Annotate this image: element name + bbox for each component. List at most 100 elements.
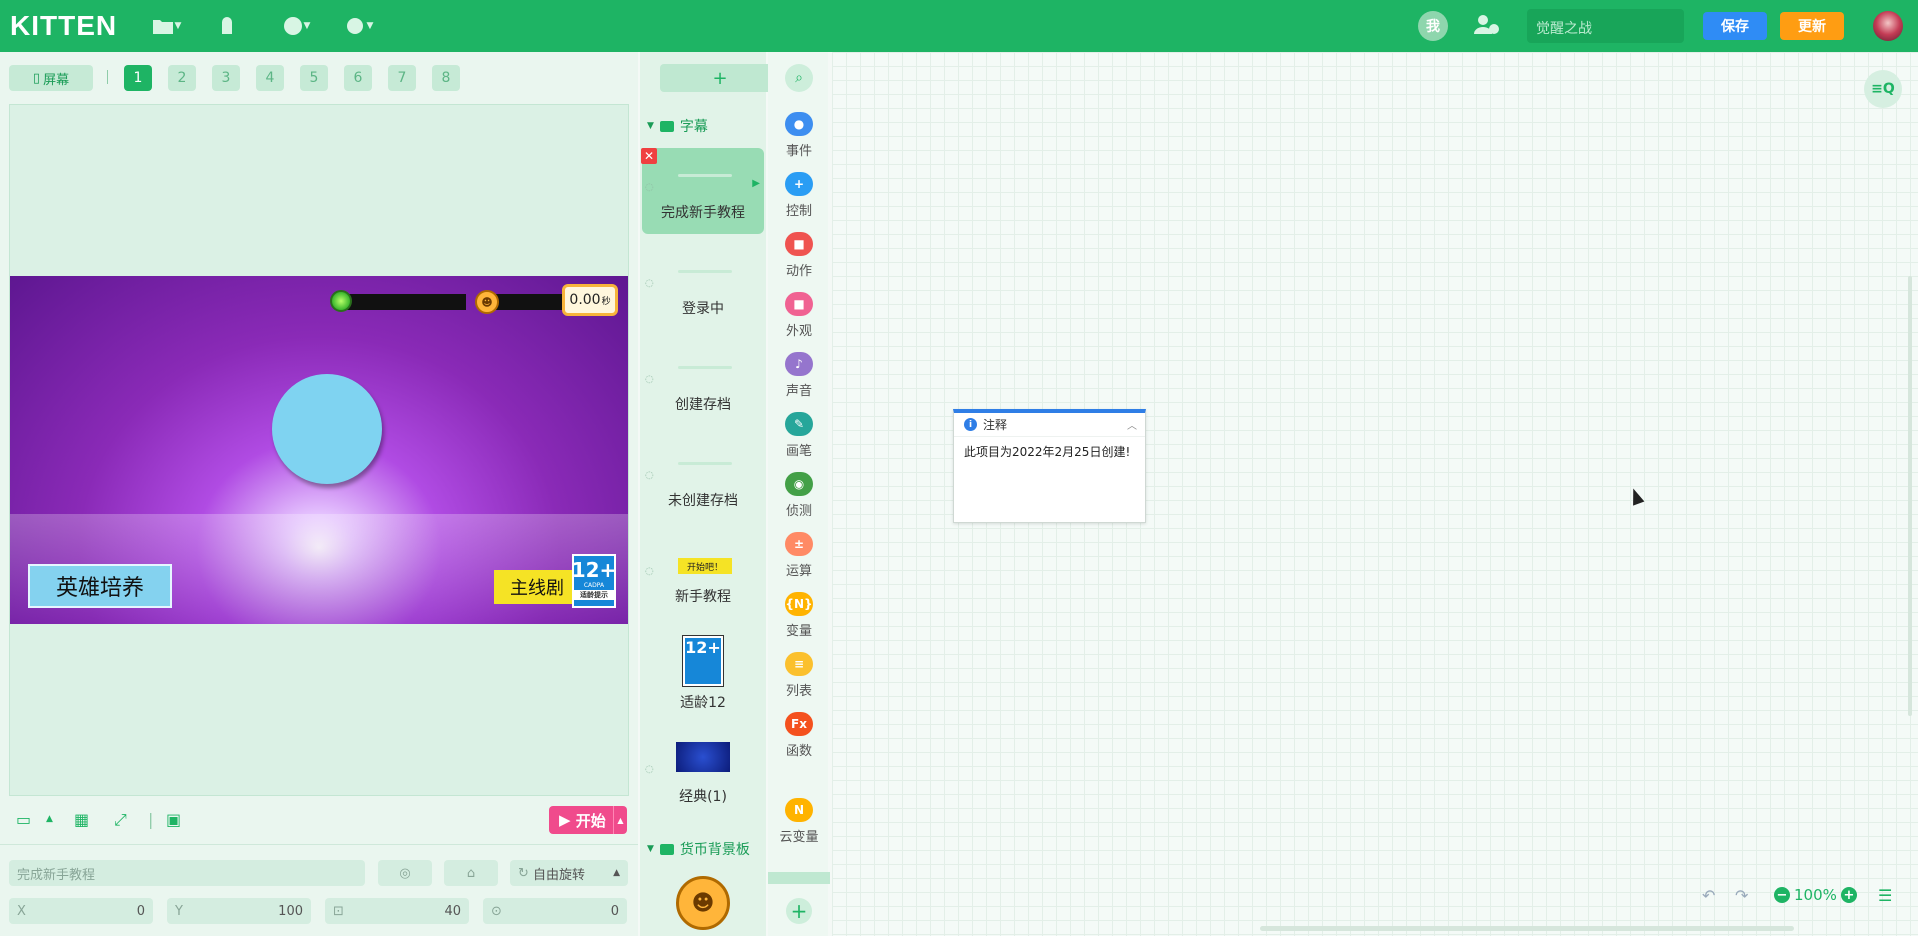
zoom-out-icon[interactable]: − — [1774, 887, 1790, 903]
update-button[interactable]: 更新 — [1780, 12, 1844, 40]
category-label: 事件 — [785, 144, 812, 159]
horizontal-scrollbar[interactable] — [1260, 926, 1794, 931]
screen-tab-6[interactable]: 6 — [344, 65, 372, 91]
group-label: 字幕 — [679, 119, 708, 135]
sprite-item[interactable]: ◌ 开始吧！ 新手教程 — [642, 532, 764, 618]
category-7[interactable]: ± 运算 — [768, 532, 830, 579]
search-icon[interactable]: ⌕ — [785, 64, 813, 92]
coin-sprite-thumbnail[interactable]: ☻ — [676, 876, 730, 930]
app-logo[interactable]: KITTEN — [10, 10, 117, 42]
delete-sprite-icon[interactable]: ✕ — [641, 148, 657, 164]
rotation-mode-select[interactable]: ↻ 自由旋转 ▲ — [510, 860, 628, 886]
add-extension-button[interactable]: + — [786, 898, 812, 924]
sprite-group-currency[interactable]: ▼ 货币背景板 — [647, 836, 763, 862]
category-11[interactable]: N 云变量 — [768, 798, 830, 845]
help-icon[interactable]: ▼ — [280, 14, 314, 38]
eye-hidden-icon[interactable]: ◌ — [645, 764, 654, 775]
save-button[interactable]: 保存 — [1703, 12, 1767, 40]
chevron-right-icon[interactable]: ▶ — [752, 178, 760, 189]
user-avatar[interactable] — [1873, 11, 1903, 41]
visibility-toggle-icon[interactable]: ◎ — [378, 860, 432, 886]
add-sprite-button[interactable]: + — [660, 64, 780, 92]
x-field[interactable]: X 0 — [9, 898, 153, 924]
ball-sprite[interactable] — [272, 374, 382, 484]
play-icon: ▶ — [559, 811, 576, 829]
sprite-item[interactable]: ◌ 经典(1) — [642, 724, 764, 810]
direction-field[interactable]: ⊙ 0 — [483, 898, 627, 924]
category-icon: Fx — [785, 712, 813, 736]
screen-tab-2[interactable]: 2 — [168, 65, 196, 91]
category-icon: ± — [785, 532, 813, 556]
category-6[interactable]: ◉ 侦测 — [768, 472, 830, 519]
screen-tab-7[interactable]: 7 — [388, 65, 416, 91]
sprite-name: 登录中 — [682, 301, 724, 317]
category-2[interactable]: ■ 动作 — [768, 232, 830, 279]
sprite-name-field[interactable]: 完成新手教程 — [9, 860, 365, 886]
start-dropdown-icon[interactable]: ▲ — [613, 806, 627, 834]
category-10[interactable]: Fx 函数 — [768, 712, 830, 759]
eye-hidden-icon[interactable]: ◌ — [645, 470, 654, 481]
settings-gear-icon[interactable]: ▼ — [342, 14, 376, 38]
size-field[interactable]: ⊡ 40 — [325, 898, 469, 924]
group-label: 货币背景板 — [679, 842, 750, 858]
redo-icon[interactable]: ↷ — [1735, 886, 1748, 905]
y-field[interactable]: Y 100 — [167, 898, 311, 924]
block-search-icon[interactable]: ≡Q — [1864, 70, 1902, 108]
category-icon: ■ — [785, 292, 813, 316]
caret-up-icon[interactable]: ▲ — [46, 814, 53, 824]
backpack-icon[interactable] — [210, 14, 244, 38]
category-scroll-indicator[interactable] — [768, 872, 830, 884]
category-icon: ♪ — [785, 352, 813, 376]
file-menu-icon[interactable]: ▼ — [150, 14, 184, 38]
eye-hidden-icon[interactable]: ◌ — [645, 278, 654, 289]
sprite-item[interactable]: 12+ 适龄12 — [642, 628, 764, 714]
note-body[interactable]: 此项目为2022年2月25日创建! — [954, 437, 1145, 467]
eye-hidden-icon[interactable]: ◌ — [645, 182, 654, 193]
category-8[interactable]: {N} 变量 — [768, 592, 830, 639]
vertical-scrollbar[interactable] — [1908, 276, 1912, 716]
project-name-input[interactable]: 觉醒之战 — [1527, 9, 1684, 43]
sprite-group-subtitles[interactable]: ▼ 字幕 — [647, 113, 763, 139]
my-avatar-badge[interactable]: 我 — [1418, 11, 1448, 41]
main-story-button[interactable]: 主线剧 — [494, 570, 580, 604]
sprite-item[interactable]: ◌ 创建存档 — [642, 340, 764, 426]
start-button[interactable]: ▶ 开始 ▲ — [549, 806, 627, 834]
eye-hidden-icon[interactable]: ◌ — [645, 374, 654, 385]
sprite-item[interactable]: ◌ ▶ 完成新手教程 — [642, 148, 764, 234]
undo-icon[interactable]: ↶ — [1702, 886, 1715, 905]
background-icon[interactable]: ▭ — [16, 810, 31, 829]
category-label: 控制 — [785, 204, 812, 219]
tutorial-badge: 开始吧！ — [678, 558, 732, 574]
category-4[interactable]: ♪ 声音 — [768, 352, 830, 399]
sprite-item[interactable]: ◌ 未创建存档 — [642, 436, 764, 522]
add-collaborator-icon[interactable] — [1474, 14, 1500, 40]
screen-tab-4[interactable]: 4 — [256, 65, 284, 91]
align-blocks-icon[interactable]: ☰ — [1878, 886, 1892, 905]
game-stage[interactable]: ☻ 0.00 秒 英雄培养 主线剧 12+ CADPA 适龄提示 — [10, 276, 628, 624]
collapse-icon[interactable]: ︿ — [1127, 417, 1137, 432]
eye-hidden-icon[interactable]: ◌ — [645, 566, 654, 577]
sprite-item[interactable]: ◌ 登录中 — [642, 244, 764, 330]
age-rating-foot: 适龄提示 — [574, 590, 614, 600]
screen-label: 屏幕 — [43, 72, 70, 88]
zoom-in-icon[interactable]: + — [1840, 887, 1857, 903]
category-0[interactable]: ● 事件 — [768, 112, 830, 159]
fullscreen-icon[interactable]: ⤢ — [114, 810, 127, 830]
preview-icon[interactable]: ▣ — [166, 810, 181, 829]
screen-button[interactable]: ▯ 屏幕 — [9, 65, 93, 91]
screen-tab-3[interactable]: 3 — [212, 65, 240, 91]
category-9[interactable]: ≡ 列表 — [768, 652, 830, 699]
hero-training-button[interactable]: 英雄培养 — [28, 564, 172, 608]
screen-tab-1[interactable]: 1 — [124, 65, 152, 91]
category-label: 变量 — [785, 624, 812, 639]
category-icon: ■ — [785, 232, 813, 256]
comment-note[interactable]: i 注释 ︿ 此项目为2022年2月25日创建! — [953, 409, 1146, 523]
category-1[interactable]: + 控制 — [768, 172, 830, 219]
category-3[interactable]: ■ 外观 — [768, 292, 830, 339]
screen-tab-8[interactable]: 8 — [432, 65, 460, 91]
direction-value: 0 — [610, 903, 619, 919]
category-5[interactable]: ✎ 画笔 — [768, 412, 830, 459]
screen-tab-5[interactable]: 5 — [300, 65, 328, 91]
grid-icon[interactable]: ▦ — [74, 810, 89, 829]
lock-icon[interactable]: ⌂ — [444, 860, 498, 886]
